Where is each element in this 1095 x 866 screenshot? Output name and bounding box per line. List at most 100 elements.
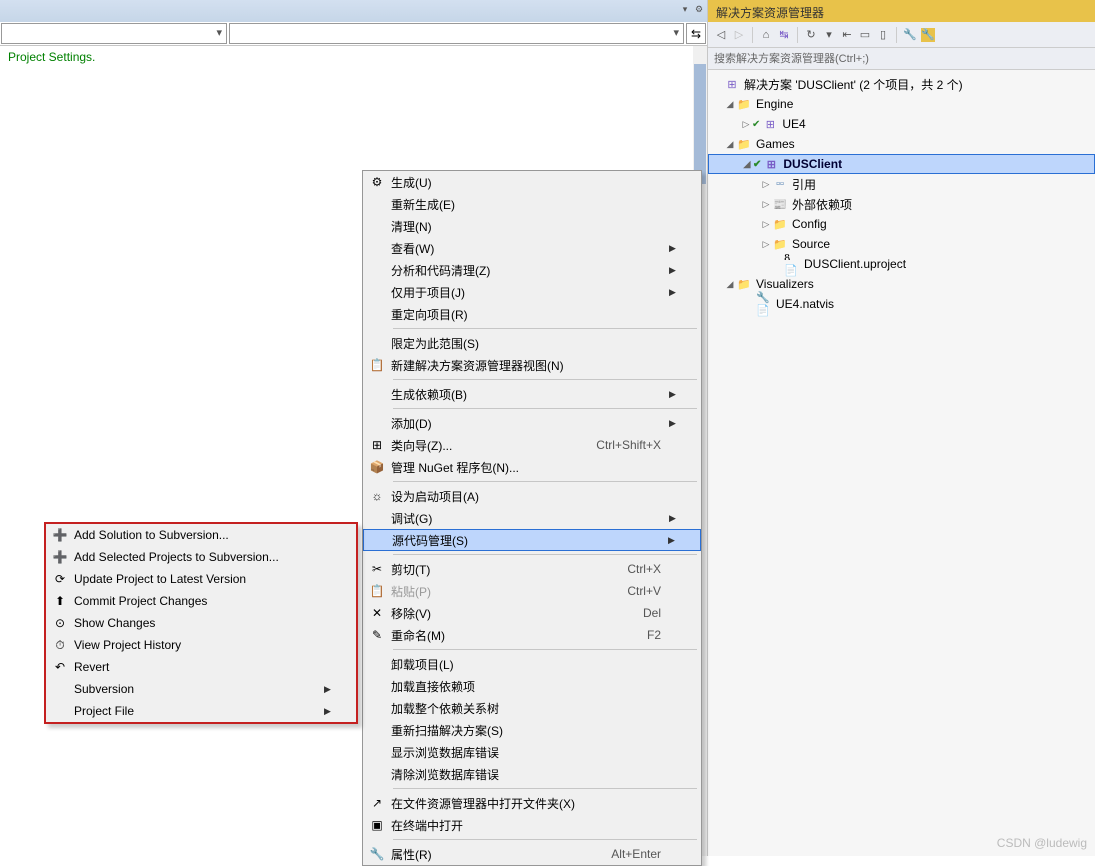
menu-label: 重命名(M) <box>391 627 647 644</box>
menu-item[interactable]: ↗在文件资源管理器中打开文件夹(X) <box>363 792 701 814</box>
forward-icon[interactable]: ▷ <box>732 28 746 42</box>
menu-icon: ⚙ <box>363 175 391 189</box>
menu-item[interactable]: 🔧属性(R)Alt+Enter <box>363 843 701 865</box>
menu-item[interactable]: 调试(G)▶ <box>363 507 701 529</box>
menu-item[interactable]: 源代码管理(S)▶ <box>363 529 701 551</box>
menu-item[interactable]: ⬆Commit Project Changes <box>46 590 356 612</box>
project-icon: ⊞ <box>762 117 778 131</box>
uproject-file[interactable]: ▷ጸ📄DUSClient.uproject <box>708 254 1095 274</box>
menu-item[interactable]: 卸载项目(L) <box>363 653 701 675</box>
solution-root[interactable]: ▾⊞解决方案 'DUSClient' (2 个项目，共 2 个) <box>708 74 1095 94</box>
scope-dropdown[interactable] <box>1 23 227 44</box>
menu-label: 分析和代码清理(Z) <box>391 262 669 279</box>
home-icon[interactable]: ⌂ <box>759 28 773 42</box>
menu-shortcut: Ctrl+X <box>627 562 669 576</box>
menu-label: 源代码管理(S) <box>392 532 668 549</box>
natvis-file[interactable]: ▷🔧📄UE4.natvis <box>708 294 1095 314</box>
menu-icon: ✎ <box>363 628 391 642</box>
ext-icon: 📰 <box>772 197 788 211</box>
menu-item[interactable]: 重新生成(E) <box>363 193 701 215</box>
menu-item[interactable]: 限定为此范围(S) <box>363 332 701 354</box>
project-ue4[interactable]: ▷✔⊞UE4 <box>708 114 1095 134</box>
menu-item[interactable]: ✎重命名(M)F2 <box>363 624 701 646</box>
menu-label: 在文件资源管理器中打开文件夹(X) <box>391 795 669 812</box>
menu-item[interactable]: ▣在终端中打开 <box>363 814 701 836</box>
menu-item[interactable]: ⊞类向导(Z)...Ctrl+Shift+X <box>363 434 701 456</box>
menu-item[interactable]: ➕Add Selected Projects to Subversion... <box>46 546 356 568</box>
folder-engine[interactable]: ◢📁Engine <box>708 94 1095 114</box>
menu-icon: 📋 <box>363 358 391 372</box>
menu-item[interactable]: 加载直接依赖项 <box>363 675 701 697</box>
menu-item[interactable]: 加载整个依赖关系树 <box>363 697 701 719</box>
menu-item[interactable]: 重新扫描解决方案(S) <box>363 719 701 741</box>
menu-item[interactable]: 查看(W)▶ <box>363 237 701 259</box>
menu-item[interactable]: ↶Revert <box>46 656 356 678</box>
submenu-arrow-icon: ▶ <box>324 684 336 695</box>
menu-item[interactable]: ⟳Update Project to Latest Version <box>46 568 356 590</box>
menu-label: 限定为此范围(S) <box>391 335 669 352</box>
menu-item[interactable]: 清除浏览数据库错误 <box>363 763 701 785</box>
menu-shortcut: Alt+Enter <box>611 847 669 861</box>
menu-label: Show Changes <box>74 616 324 630</box>
folder-icon: 📁 <box>736 97 752 111</box>
quick-actions: ▾ ⚙ <box>679 0 705 18</box>
menu-item[interactable]: 显示浏览数据库错误 <box>363 741 701 763</box>
menu-item[interactable]: ☼设为启动项目(A) <box>363 485 701 507</box>
menu-label: 生成依赖项(B) <box>391 386 669 403</box>
wrench-icon[interactable]: 🔧 <box>903 28 917 42</box>
check-icon: ✔ <box>752 119 760 130</box>
menu-item[interactable]: ➕Add Solution to Subversion... <box>46 524 356 546</box>
menu-item[interactable]: 📦管理 NuGet 程序包(N)... <box>363 456 701 478</box>
submenu-arrow-icon: ▶ <box>669 389 681 400</box>
menu-shortcut: F2 <box>647 628 669 642</box>
menu-label: Project File <box>74 704 324 718</box>
menu-shortcut: Ctrl+Shift+X <box>596 438 669 452</box>
menu-item[interactable]: 清理(N) <box>363 215 701 237</box>
external-deps-node[interactable]: ▷📰外部依赖项 <box>708 194 1095 214</box>
menu-item[interactable]: ⊙Show Changes <box>46 612 356 634</box>
submenu-arrow-icon: ▶ <box>324 706 336 717</box>
search-input[interactable]: 搜索解决方案资源管理器(Ctrl+;) <box>708 48 1095 70</box>
references-node[interactable]: ▷▫▫引用 <box>708 174 1095 194</box>
panel-toolbar: ◁ ▷ ⌂ ↹ ↻ ▾ ⇤ ▭ ▯ 🔧 🔧 <box>708 22 1095 48</box>
folder-icon: 📁 <box>736 137 752 151</box>
menu-item[interactable]: 添加(D)▶ <box>363 412 701 434</box>
menu-item[interactable]: 生成依赖项(B)▶ <box>363 383 701 405</box>
menu-label: 显示浏览数据库错误 <box>391 744 669 761</box>
doc-icon[interactable]: ▯ <box>876 28 890 42</box>
svn-submenu: ➕Add Solution to Subversion...➕Add Selec… <box>44 522 358 724</box>
menu-item[interactable]: ⏱View Project History <box>46 634 356 656</box>
menu-item[interactable]: 分析和代码清理(Z)▶ <box>363 259 701 281</box>
menu-item[interactable]: ✕移除(V)Del <box>363 602 701 624</box>
menu-label: 在终端中打开 <box>391 817 669 834</box>
member-dropdown[interactable] <box>229 23 684 44</box>
folder-games[interactable]: ◢📁Games <box>708 134 1095 154</box>
sync-icon[interactable]: ↹ <box>777 28 791 42</box>
chevron-down-icon[interactable]: ▾ <box>822 28 836 42</box>
menu-item[interactable]: 仅用于项目(J)▶ <box>363 281 701 303</box>
menu-label: Subversion <box>74 682 324 696</box>
source-folder[interactable]: ▷📁Source <box>708 234 1095 254</box>
panel-title: 解决方案资源管理器 <box>708 0 1095 22</box>
gear-icon[interactable]: ⚙ <box>693 3 705 15</box>
menu-item[interactable]: ⚙生成(U) <box>363 171 701 193</box>
project-dusclient[interactable]: ◢✔⊞DUSClient <box>708 154 1095 174</box>
showfiles-icon[interactable]: ▭ <box>858 28 872 42</box>
refresh-icon[interactable]: ↻ <box>804 28 818 42</box>
menu-item[interactable]: 📋粘贴(P)Ctrl+V <box>363 580 701 602</box>
dropdown-icon[interactable]: ▾ <box>679 3 691 15</box>
spanner-icon[interactable]: 🔧 <box>921 28 935 42</box>
collapse-icon[interactable]: ⇤ <box>840 28 854 42</box>
menu-item[interactable]: 📋新建解决方案资源管理器视图(N) <box>363 354 701 376</box>
toggle-button[interactable]: ⇆ <box>686 23 706 44</box>
menu-item[interactable]: ✂剪切(T)Ctrl+X <box>363 558 701 580</box>
menu-item[interactable]: Subversion▶ <box>46 678 356 700</box>
menu-label: 管理 NuGet 程序包(N)... <box>391 459 669 476</box>
menu-item[interactable]: Project File▶ <box>46 700 356 722</box>
menu-label: 清除浏览数据库错误 <box>391 766 669 783</box>
menu-label: Revert <box>74 660 324 674</box>
menu-item[interactable]: 重定向项目(R) <box>363 303 701 325</box>
back-icon[interactable]: ◁ <box>714 28 728 42</box>
config-folder[interactable]: ▷📁Config <box>708 214 1095 234</box>
menu-icon: ⬆ <box>46 594 74 608</box>
